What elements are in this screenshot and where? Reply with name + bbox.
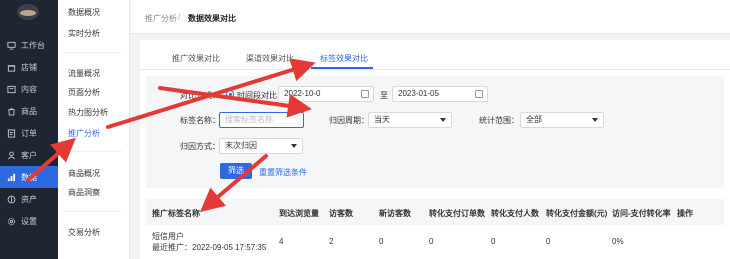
shop-icon <box>6 62 16 72</box>
column-header-new-visitors: 新访客数 <box>379 209 411 218</box>
column-header-conversion-rate: 访问-支付转化率 <box>612 209 671 218</box>
sidebar-item-settings[interactable]: 设置 <box>0 210 58 232</box>
column-header-paid-users: 转化支付人数 <box>491 209 539 218</box>
column-header-tag-name: 推广标签名称 <box>152 209 200 218</box>
subnav-item-realtime[interactable]: 实时分析 <box>68 28 100 39</box>
data-chart-icon <box>6 172 16 182</box>
last-promotion-time: 最近推广：2022-09-05 17:57:35 <box>152 243 267 252</box>
content-icon <box>6 84 16 94</box>
sidebar-item-label: 工作台 <box>21 40 45 50</box>
stat-range-value: 全部 <box>526 115 542 124</box>
chevron-down-icon <box>291 144 297 148</box>
customer-icon <box>6 150 16 160</box>
date-start-picker[interactable]: 2022-10-0 <box>278 86 374 102</box>
tab-promotion-compare[interactable]: 推广效果对比 <box>172 53 220 64</box>
tag-name-cell: 短信用户 <box>152 232 184 241</box>
table-header: 推广标签名称 到达浏览量 访客数 新访客数 转化支付订单数 转化支付人数 转化支… <box>146 199 724 225</box>
attribution-period-value: 当天 <box>374 115 390 124</box>
tag-search-placeholder: 搜索标签名称 <box>225 115 273 124</box>
secondary-sidebar: 数据概况 实时分析 流量概况 页面分析 热力图分析 推广分析 商品概况 商品洞察… <box>58 0 130 259</box>
stat-range-select[interactable]: 全部 <box>520 112 604 128</box>
tab-divider <box>140 69 730 70</box>
subnav-item-goods-overview[interactable]: 商品概况 <box>68 168 100 179</box>
attribution-method-value: 末次归因 <box>225 141 257 150</box>
filter-button[interactable]: 筛选 <box>220 163 252 179</box>
paid-amount-cell: 0 <box>546 237 551 246</box>
subnav-item-heatmap[interactable]: 热力图分析 <box>68 107 108 118</box>
column-header-paid-orders: 转化支付订单数 <box>429 209 485 218</box>
sidebar-item-workbench[interactable]: 工作台 <box>0 34 58 56</box>
attribution-method-label: 归因方式： <box>180 142 220 151</box>
compare-mode-label: 对比方式： <box>180 91 220 100</box>
calendar-icon <box>361 90 369 98</box>
sidebar-item-label: 订单 <box>21 128 37 138</box>
chevron-down-icon <box>440 118 446 122</box>
sidebar-item-label: 设置 <box>21 216 37 226</box>
tag-name-label: 标签名称： <box>180 116 220 125</box>
column-header-visitors: 访客数 <box>329 209 353 218</box>
tab-channel-compare[interactable]: 渠道效果对比 <box>246 53 294 64</box>
date-start-value: 2022-10-0 <box>284 89 321 98</box>
reset-filters-link[interactable]: 重置筛选条件 <box>259 167 307 178</box>
date-end-value: 2023-01-05 <box>398 89 439 98</box>
chevron-down-icon <box>592 118 598 122</box>
breadcrumb-separator: / <box>178 13 181 22</box>
subnav-item-traffic-overview[interactable]: 流量概况 <box>68 68 100 79</box>
sidebar-item-goods[interactable]: 商品 <box>0 100 58 122</box>
breadcrumb: 推广分析 / 数据效果对比 <box>131 0 730 34</box>
main-sidebar: 工作台 店铺 内容 商品 订单 客户 数据 资产 设置 <box>0 0 58 259</box>
subnav-item-page-analysis[interactable]: 页面分析 <box>68 87 100 98</box>
date-end-picker[interactable]: 2023-01-05 <box>392 86 488 102</box>
sidebar-item-customer[interactable]: 客户 <box>0 144 58 166</box>
paid-orders-cell: 0 <box>429 237 434 246</box>
table-row: 短信用户 最近推广：2022-09-05 17:57:35 4 2 0 0 0 … <box>146 225 724 259</box>
subnav-item-promotion[interactable]: 推广分析 <box>68 128 100 139</box>
attribution-period-select[interactable]: 当天 <box>368 112 452 128</box>
sidebar-item-data[interactable]: 数据 <box>0 166 58 188</box>
visitors-cell: 2 <box>329 237 334 246</box>
subnav-divider <box>66 52 122 53</box>
sidebar-item-content[interactable]: 内容 <box>0 78 58 100</box>
content-panel: 推广效果对比 渠道效果对比 标签效果对比 对比方式： 时间段对比 2022-10… <box>140 40 730 259</box>
breadcrumb-parent[interactable]: 推广分析 <box>145 13 177 24</box>
attribution-method-select[interactable]: 末次归因 <box>219 138 303 154</box>
calendar-icon <box>475 90 483 98</box>
column-header-pageviews: 到达浏览量 <box>279 209 319 218</box>
sidebar-item-label: 数据 <box>21 172 37 182</box>
sidebar-item-label: 客户 <box>21 150 37 160</box>
new-visitors-cell: 0 <box>379 237 384 246</box>
paid-users-cell: 0 <box>491 237 496 246</box>
sidebar-item-order[interactable]: 订单 <box>0 122 58 144</box>
desktop-icon <box>6 40 16 50</box>
compare-mode-radio[interactable] <box>226 90 234 98</box>
column-header-actions: 操作 <box>677 209 693 218</box>
stat-range-label: 统计范围： <box>479 116 519 125</box>
sidebar-item-label: 内容 <box>21 84 37 94</box>
date-range-separator: 至 <box>380 91 388 100</box>
asset-icon <box>6 194 16 204</box>
sidebar-item-label: 资产 <box>21 194 37 204</box>
sidebar-item-label: 商品 <box>21 106 37 116</box>
filter-area: 对比方式： 时间段对比 2022-10-0 至 2023-01-05 标签名称：… <box>146 76 724 188</box>
subnav-item-goods-insight[interactable]: 商品洞察 <box>68 187 100 198</box>
pageviews-cell: 4 <box>279 237 284 246</box>
order-icon <box>6 128 16 138</box>
sidebar-item-label: 店铺 <box>21 62 37 72</box>
page-title: 数据效果对比 <box>188 14 236 23</box>
subnav-divider <box>66 211 122 212</box>
sidebar-item-asset[interactable]: 资产 <box>0 188 58 210</box>
subnav-item-data-overview[interactable]: 数据概况 <box>68 7 100 18</box>
column-header-paid-amount: 转化支付金额(元) <box>546 209 608 218</box>
subnav-item-trade-analysis[interactable]: 交易分析 <box>68 227 100 238</box>
goods-icon <box>6 106 16 116</box>
tab-tag-compare[interactable]: 标签效果对比 <box>320 53 368 64</box>
conversion-rate-cell: 0% <box>612 237 624 246</box>
sidebar-item-shop[interactable]: 店铺 <box>0 56 58 78</box>
tag-search-input[interactable]: 搜索标签名称 <box>219 112 304 128</box>
gear-icon <box>6 216 16 226</box>
compare-mode-option[interactable]: 时间段对比 <box>237 90 277 101</box>
attribution-period-label: 归因周期： <box>329 116 369 125</box>
store-logo[interactable] <box>17 4 39 20</box>
subnav-divider <box>66 151 122 152</box>
